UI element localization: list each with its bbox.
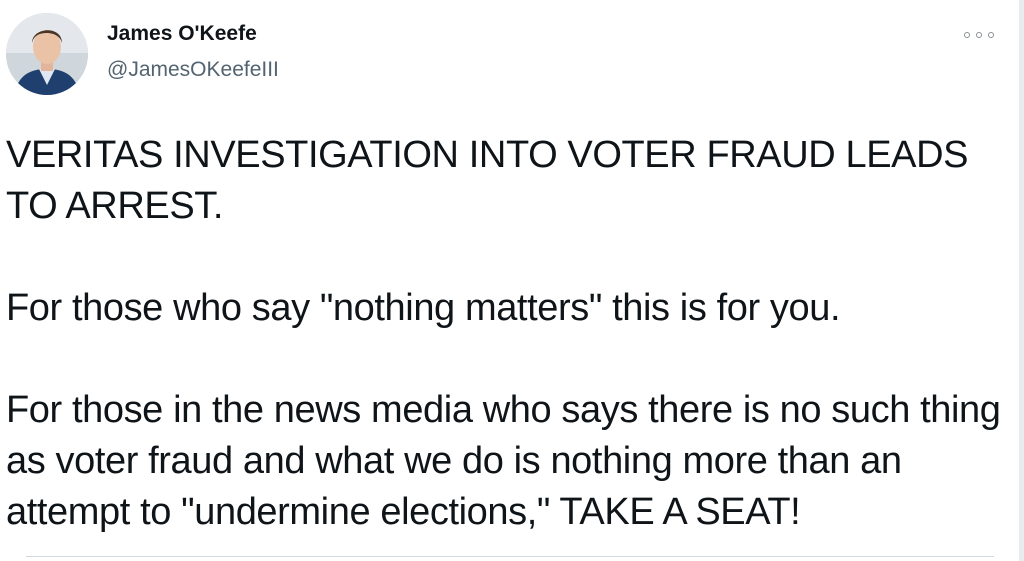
divider: [26, 556, 994, 557]
author-handle[interactable]: @JamesOKeefeIII: [107, 58, 279, 82]
more-options-icon[interactable]: [964, 28, 994, 42]
tweet-paragraph: For those who say "nothing matters" this…: [6, 287, 841, 329]
avatar[interactable]: [6, 13, 88, 95]
dot-icon: [964, 32, 970, 38]
dot-icon: [988, 32, 994, 38]
tweet-paragraph: For those in the news media who says the…: [6, 389, 1001, 533]
profile-photo-icon: [6, 13, 88, 95]
tweet-text: VERITAS INVESTIGATION INTO VOTER FRAUD L…: [6, 130, 1011, 538]
window-edge: [1019, 0, 1024, 561]
tweet-paragraph: VERITAS INVESTIGATION INTO VOTER FRAUD L…: [6, 134, 969, 227]
author-display-name[interactable]: James O'Keefe: [107, 22, 257, 46]
dot-icon: [976, 32, 982, 38]
